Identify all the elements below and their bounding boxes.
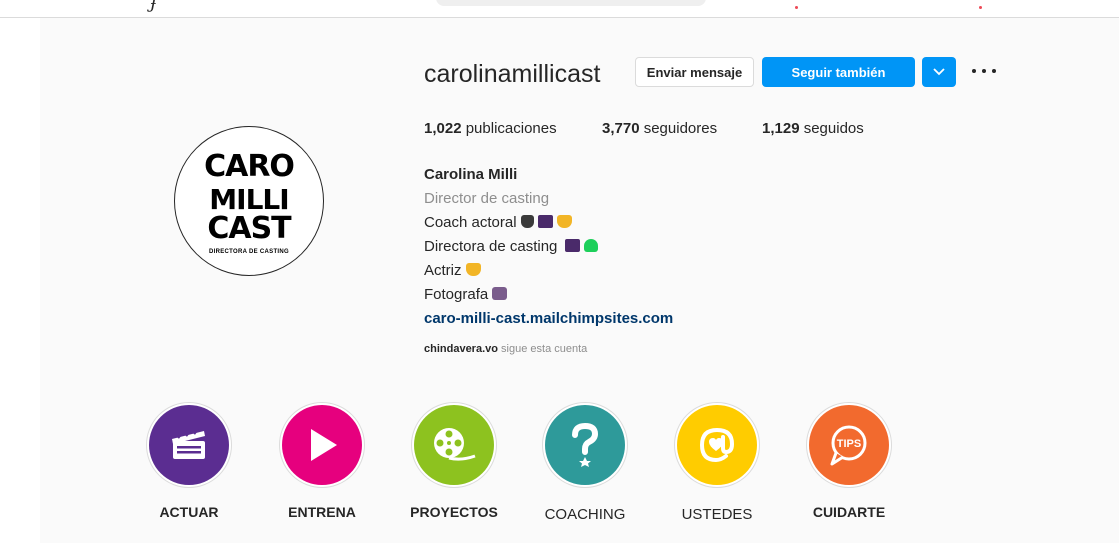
stat-label: publicaciones — [465, 120, 557, 137]
highlight-cover — [149, 405, 229, 485]
stat-following[interactable]: 1,129 seguidos — [762, 120, 864, 137]
clapperboard-icon — [172, 428, 205, 459]
highlight-cover — [677, 405, 757, 485]
bio-text: Fotografa — [424, 286, 489, 303]
film-reel-icon — [434, 428, 476, 461]
profile-website-link[interactable]: caro-milli-cast.mailchimpsites.com — [424, 307, 673, 331]
followed-by-text: sigue esta cuenta — [501, 343, 588, 355]
notification-dot — [795, 6, 798, 9]
bio-text: Actriz — [424, 262, 462, 279]
chevron-down-icon — [933, 68, 945, 76]
highlight-label: COACHING — [544, 506, 626, 523]
highlight-coaching[interactable]: COACHING — [535, 402, 635, 523]
suggested-accounts-button[interactable] — [922, 57, 956, 87]
stat-count: 1,129 — [762, 120, 800, 137]
highlight-ring — [146, 402, 232, 488]
bio-line: Actriz — [424, 259, 673, 283]
theater-masks-emoji-icon — [556, 215, 572, 228]
highlight-ustedes[interactable]: USTEDES — [667, 402, 767, 523]
stat-label: seguidores — [643, 120, 718, 137]
theater-masks-emoji-icon — [465, 263, 481, 276]
movie-camera-emoji-icon — [520, 215, 534, 228]
profile-bio: Carolina Milli Director de casting Coach… — [424, 163, 673, 331]
highlight-label: CUIDARTE — [812, 504, 886, 520]
highlight-entrena[interactable]: ENTRENA — [272, 402, 372, 520]
bio-line: Coach actoral — [424, 211, 673, 235]
stat-count: 3,770 — [602, 120, 640, 137]
green-heart-emoji-icon — [584, 239, 599, 252]
clapper-emoji-icon — [537, 215, 553, 228]
display-name: Carolina Milli — [424, 166, 518, 183]
highlight-label: ACTUAR — [159, 504, 219, 520]
stat-followers[interactable]: 3,770 seguidores — [602, 120, 717, 137]
highlight-actuar[interactable]: ACTUAR — [139, 402, 239, 520]
followed-by-user-link[interactable]: chindavera.vo — [424, 343, 498, 355]
bio-line: Directora de casting — [424, 235, 673, 259]
highlight-cover: TIPS — [809, 405, 889, 485]
profile-avatar[interactable]: CARO MILLI CAST DIRECTORA DE CASTING — [174, 126, 324, 276]
highlight-ring — [542, 402, 628, 488]
profile-category: Director de casting — [424, 190, 550, 207]
profile-username: carolinamillicast — [424, 60, 601, 88]
tips-badge-text: TIPS — [837, 438, 861, 450]
highlight-proyectos[interactable]: PROYECTOS — [404, 402, 504, 520]
play-icon — [311, 429, 337, 461]
followed-by-note: chindavera.vo sigue esta cuenta — [424, 343, 587, 355]
highlight-cover — [545, 405, 625, 485]
highlight-label: ENTRENA — [288, 504, 356, 520]
search-input[interactable] — [436, 0, 706, 6]
bio-text: Coach actoral — [424, 214, 517, 231]
avatar-logo-line: CARO — [204, 149, 295, 184]
notification-dot — [979, 6, 982, 9]
top-navigation-bar: ɟ — [0, 0, 1119, 18]
camera-emoji-icon — [492, 287, 508, 300]
highlight-ring — [279, 402, 365, 488]
highlight-cuidarte[interactable]: TIPS CUIDARTE — [799, 402, 899, 520]
avatar-logo-line: CAST — [207, 211, 291, 246]
avatar-logo-subtitle: DIRECTORA DE CASTING — [208, 249, 289, 255]
question-mark-icon — [572, 423, 599, 467]
tips-bubble-icon: TIPS — [830, 425, 867, 466]
more-options-icon[interactable] — [972, 69, 996, 75]
highlight-label: PROYECTOS — [410, 504, 498, 520]
highlight-ring: TIPS — [806, 402, 892, 488]
highlight-label: USTEDES — [681, 506, 753, 523]
follow-button[interactable]: Seguir también — [762, 57, 915, 87]
stat-count: 1,022 — [424, 120, 462, 137]
stat-posts[interactable]: 1,022 publicaciones — [424, 120, 557, 137]
highlight-cover — [282, 405, 362, 485]
bio-text: Directora de casting — [424, 238, 558, 255]
stat-label: seguidos — [803, 120, 864, 137]
highlight-ring — [411, 402, 497, 488]
bio-line: Fotografa — [424, 283, 673, 307]
send-message-button[interactable]: Enviar mensaje — [635, 57, 754, 87]
clapper-emoji-icon — [565, 239, 581, 252]
instagram-logo[interactable]: ɟ — [150, 0, 156, 13]
highlight-ring — [674, 402, 760, 488]
at-sign-icon — [699, 427, 735, 463]
highlight-cover — [414, 405, 494, 485]
